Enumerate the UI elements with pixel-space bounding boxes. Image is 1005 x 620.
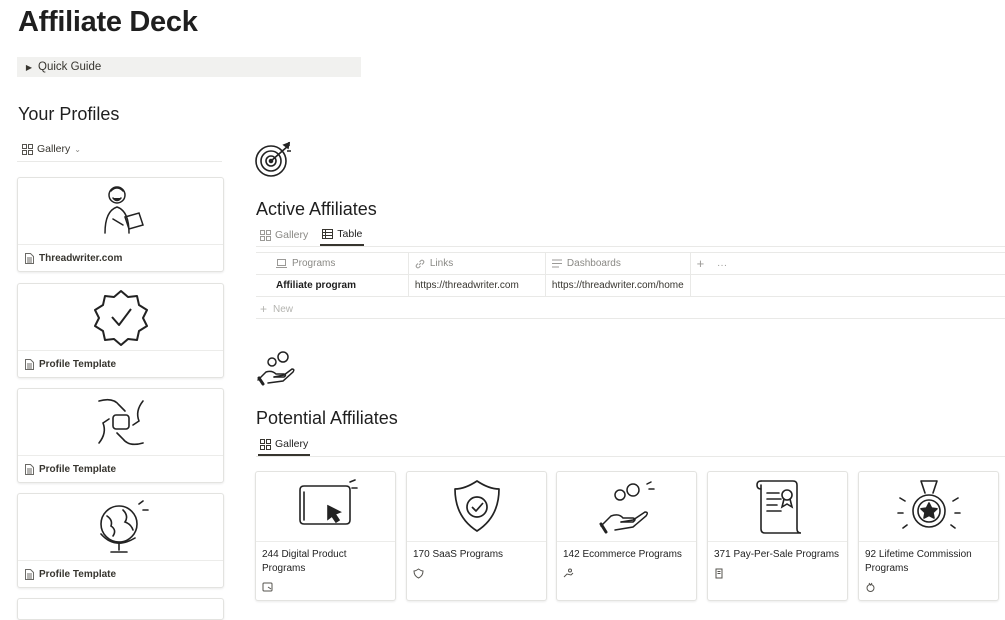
- gallery-card-label: 244 Digital Product Programs: [262, 549, 347, 574]
- scroll-certificate-icon: [755, 479, 801, 534]
- tab-gallery-label: Gallery: [275, 229, 309, 241]
- gallery-card-label: 170 SaaS Programs: [413, 549, 504, 560]
- medal-mini-icon: [866, 582, 875, 592]
- gallery-card-label: 142 Ecommerce Programs: [563, 549, 682, 560]
- page-icon: [25, 358, 34, 370]
- profile-card-partial[interactable]: [17, 598, 224, 620]
- scroll-mini-icon: [715, 568, 723, 579]
- tab-potential-gallery[interactable]: Gallery: [258, 434, 311, 456]
- profile-card[interactable]: Profile Template: [17, 493, 224, 588]
- column-header-links[interactable]: Links: [408, 252, 546, 275]
- gallery-icon: [260, 438, 271, 450]
- gallery-card[interactable]: 92 Lifetime Commission Programs: [858, 471, 999, 601]
- profile-card[interactable]: Profile Template: [17, 283, 224, 378]
- gallery-card-label: 92 Lifetime Commission Programs: [865, 549, 972, 574]
- tab-gallery[interactable]: Gallery: [258, 224, 310, 246]
- chevron-down-icon: ⌄: [74, 144, 81, 154]
- text-lines-icon: [551, 259, 562, 268]
- column-programs-label: Programs: [292, 258, 336, 269]
- profiles-view-label: Gallery: [37, 143, 71, 155]
- medal-star-icon: [896, 479, 961, 529]
- profile-card-label: Threadwriter.com: [39, 252, 123, 264]
- gallery-icon: [260, 229, 271, 241]
- cell-empty: [690, 274, 1005, 297]
- person-laptop-icon: [103, 186, 144, 234]
- quick-guide-label: Quick Guide: [38, 61, 102, 73]
- verified-badge-icon: [93, 290, 148, 346]
- profile-card[interactable]: Profile Template: [17, 388, 224, 483]
- globe-icon: [99, 500, 149, 553]
- quick-guide-toggle[interactable]: ▶ Quick Guide: [17, 57, 361, 77]
- cell-program[interactable]: Affiliate program: [256, 274, 409, 297]
- active-affiliates-table: Programs Links Dashboards + ··· Affiliat…: [256, 252, 1005, 297]
- laptop-icon: [276, 259, 287, 268]
- column-dashboards-label: Dashboards: [566, 258, 621, 269]
- cell-link[interactable]: https://threadwriter.com: [408, 274, 546, 297]
- shield-mini-icon: [413, 568, 424, 579]
- hand-mini-icon: [563, 568, 574, 578]
- new-row-button[interactable]: + New: [260, 302, 293, 316]
- column-header-programs[interactable]: Programs: [256, 252, 409, 275]
- page-icon: [25, 568, 34, 580]
- gallery-card[interactable]: 244 Digital Product Programs: [255, 471, 396, 601]
- hand-coins-icon: [257, 351, 295, 386]
- screen-cursor-icon: [298, 478, 358, 525]
- gallery-card[interactable]: 142 Ecommerce Programs: [556, 471, 697, 601]
- profile-card-label: Profile Template: [39, 463, 117, 475]
- column-header-dashboards[interactable]: Dashboards: [545, 252, 691, 275]
- column-header-actions: + ···: [690, 252, 1005, 275]
- gallery-card-label: 371 Pay-Per-Sale Programs: [714, 549, 840, 560]
- gallery-icon: [22, 143, 33, 155]
- table-icon: [322, 229, 334, 239]
- table-row[interactable]: Affiliate program https://threadwriter.c…: [256, 274, 1005, 297]
- page-icon: [25, 252, 34, 264]
- screen-cursor-mini-icon: [262, 582, 273, 592]
- profile-card[interactable]: Threadwriter.com: [17, 177, 224, 272]
- profile-card-label: Profile Template: [39, 358, 117, 370]
- handshake-icon: [97, 398, 144, 446]
- potential-affiliates-heading: Potential Affiliates: [256, 408, 398, 428]
- target-icon: [255, 141, 291, 177]
- link-icon: [415, 259, 425, 268]
- more-options-icon[interactable]: ···: [717, 260, 727, 271]
- profiles-heading: Your Profiles: [18, 104, 120, 124]
- profile-card-label: Profile Template: [39, 568, 117, 580]
- new-row-label: New: [273, 303, 294, 315]
- active-affiliates-heading: Active Affiliates: [256, 199, 377, 219]
- gallery-card[interactable]: 170 SaaS Programs: [406, 471, 547, 601]
- page-icon: [25, 463, 34, 475]
- gallery-card[interactable]: 371 Pay-Per-Sale Programs: [707, 471, 848, 601]
- tab-table[interactable]: Table: [320, 224, 365, 246]
- triangle-right-icon: ▶: [25, 62, 33, 72]
- shield-check-icon: [453, 479, 500, 532]
- tab-table-label: Table: [337, 228, 363, 240]
- column-links-label: Links: [429, 258, 454, 269]
- add-column-icon[interactable]: +: [697, 256, 705, 271]
- plus-icon: +: [260, 302, 268, 316]
- table-header-row: Programs Links Dashboards + ···: [256, 252, 1005, 275]
- cell-dashboard[interactable]: https://threadwriter.com/home: [545, 274, 691, 297]
- page-title: Affiliate Deck: [18, 6, 198, 38]
- hand-coins-icon: [599, 480, 655, 533]
- profiles-gallery-view[interactable]: Gallery ⌄: [22, 143, 81, 155]
- tab-potential-gallery-label: Gallery: [275, 438, 309, 450]
